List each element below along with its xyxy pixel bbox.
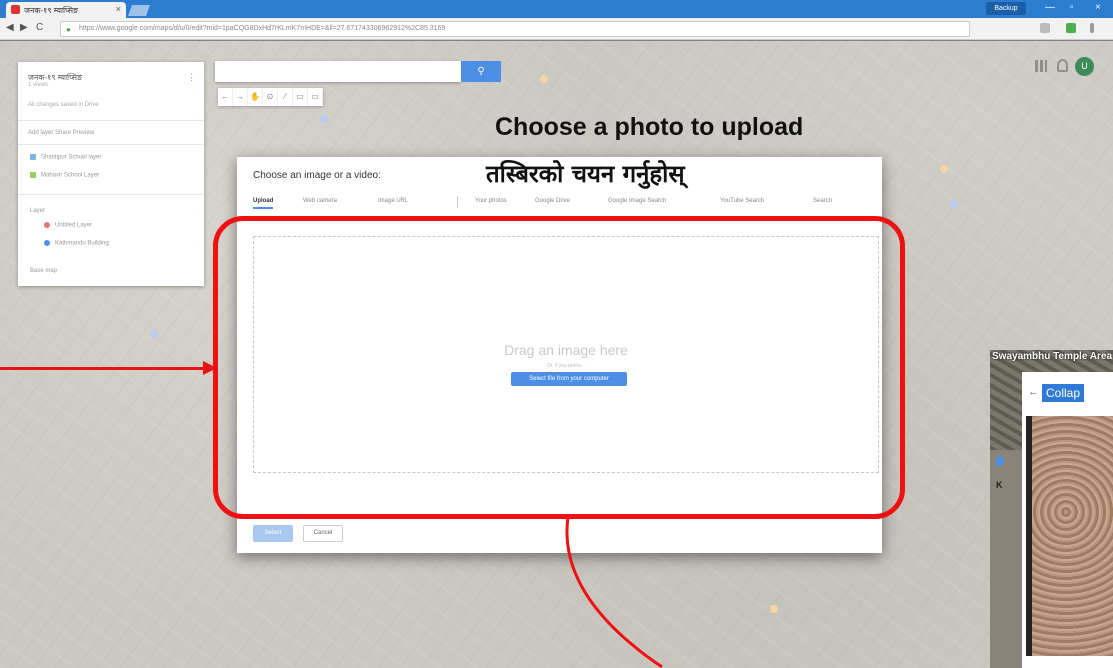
map-views: 1 views — [28, 82, 49, 88]
layer-color-icon — [30, 172, 36, 178]
new-tab-button[interactable] — [127, 5, 151, 16]
highlight-box — [213, 216, 905, 519]
search-button[interactable]: ⚲ — [461, 61, 501, 82]
divider — [18, 120, 204, 121]
minimize-icon[interactable]: — — [1045, 2, 1055, 13]
back-arrow-icon[interactable]: ← — [1028, 386, 1039, 398]
inset-panel: ← Collap — [1022, 372, 1113, 668]
directions-icon[interactable]: ▭ — [293, 88, 308, 106]
notifications-icon[interactable] — [1057, 59, 1068, 72]
select-button[interactable]: Select — [253, 525, 293, 542]
browser-titlebar: जनक-१९ म्याप्सिङ × Backup — ▫ × — [0, 0, 1113, 18]
apps-grid-icon[interactable] — [1035, 60, 1047, 72]
tab-image-url[interactable]: Image URL — [378, 198, 408, 204]
inset-header: ← Collap — [1022, 382, 1113, 404]
pointer-arrow — [0, 367, 205, 370]
feature-pin-icon — [44, 240, 50, 246]
cancel-button[interactable]: Cancel — [303, 525, 343, 542]
search-input[interactable] — [215, 61, 461, 82]
add-marker-icon[interactable]: ⊙ — [263, 88, 278, 106]
reload-icon[interactable]: C — [36, 22, 43, 33]
redo-icon[interactable]: → — [233, 88, 248, 106]
close-window-icon[interactable]: × — [1095, 2, 1101, 13]
search-icon: ⚲ — [477, 66, 485, 77]
tab-your-photos[interactable]: Your photos — [475, 198, 507, 204]
save-status: All changes saved in Drive — [28, 102, 99, 108]
hand-icon[interactable]: ✋ — [248, 88, 263, 106]
back-icon[interactable]: ◀ — [6, 22, 14, 33]
maps-favicon-icon — [11, 5, 20, 14]
tab-upload[interactable]: Upload — [253, 198, 274, 209]
url-text: https://www.google.com/maps/d/u/0/edit?m… — [79, 25, 446, 32]
map-pin-icon — [996, 456, 1004, 466]
feature-pin-icon — [44, 222, 50, 228]
tab-web-camera[interactable]: Web camera — [303, 198, 337, 204]
collapse-label[interactable]: Collap — [1042, 384, 1085, 402]
tab-close-icon[interactable]: × — [116, 4, 121, 14]
dialog-tabs: Upload Web camera Image URL Your photos … — [253, 196, 873, 212]
lock-icon: ● — [66, 25, 71, 34]
browser-tab[interactable]: जनक-१९ म्याप्सिङ × — [6, 2, 126, 18]
forward-icon[interactable]: ▶ — [20, 22, 28, 33]
tab-google-image-search[interactable]: Google Image Search — [608, 198, 666, 204]
arrow-head-icon — [203, 361, 217, 375]
layer-color-icon — [30, 154, 36, 160]
tab-title: जनक-१९ म्याप्सिङ — [24, 6, 79, 15]
ruler-icon[interactable]: ▭ — [308, 88, 323, 106]
undo-icon[interactable]: ← — [218, 88, 233, 106]
address-bar[interactable]: ● https://www.google.com/maps/d/u/0/edit… — [60, 21, 970, 37]
annotation-nepali: तस्बिरको चयन गर्नुहोस् — [486, 160, 685, 188]
layer-item[interactable]: Shantipur School layer — [30, 154, 101, 161]
divider — [18, 194, 204, 195]
maximize-icon[interactable]: ▫ — [1070, 2, 1074, 13]
inset-side-strip: K — [990, 450, 1022, 668]
tab-google-drive[interactable]: Google Drive — [535, 198, 570, 204]
profile-button[interactable]: Backup — [986, 2, 1026, 15]
map-toolbar: ← → ✋ ⊙ ⁄ ▭ ▭ — [218, 88, 323, 106]
layer-section-title[interactable]: Layer — [30, 208, 45, 214]
dialog-title: Choose an image or a video: — [253, 170, 381, 181]
avatar[interactable]: U — [1075, 57, 1094, 76]
feature-label: Untitled Layer — [55, 222, 93, 229]
layer-label: Shantipur School layer — [41, 154, 102, 161]
base-map-toggle[interactable]: Base map — [30, 268, 57, 274]
layer-label: Mahavir School Layer — [41, 172, 100, 179]
inset-k-label: K — [996, 480, 1003, 490]
layer-feature[interactable]: Kathmandu Building — [44, 240, 109, 247]
inset-photo — [1026, 416, 1113, 656]
feature-label: Kathmandu Building — [55, 240, 109, 247]
extension-green-icon[interactable] — [1066, 23, 1076, 33]
draw-line-icon[interactable]: ⁄ — [278, 88, 293, 106]
layer-item[interactable]: Mahavir School Layer — [30, 172, 99, 179]
inset-screenshot: Swayambhu Temple Area K ← Collap — [990, 350, 1113, 668]
browser-toolbar: ◀ ▶ C ● https://www.google.com/maps/d/u/… — [0, 18, 1113, 40]
annotation-english: Choose a photo to upload — [495, 113, 804, 141]
browser-menu-icon[interactable] — [1090, 23, 1094, 33]
panel-actions[interactable]: Add layer Share Preview — [28, 130, 94, 136]
layers-panel: जनक-१९ म्याप्सिङ 1 views ⋮ All changes s… — [18, 62, 204, 286]
layer-feature[interactable]: Untitled Layer — [44, 222, 92, 229]
extension-icon[interactable] — [1040, 23, 1050, 33]
divider — [18, 144, 204, 145]
connector-curve — [565, 516, 663, 668]
more-options-icon[interactable]: ⋮ — [187, 72, 196, 83]
inset-map-label: Swayambhu Temple Area — [992, 351, 1113, 362]
tab-search[interactable]: Search — [813, 198, 832, 204]
tab-youtube-search[interactable]: YouTube Search — [720, 198, 764, 204]
tab-separator — [457, 196, 458, 208]
